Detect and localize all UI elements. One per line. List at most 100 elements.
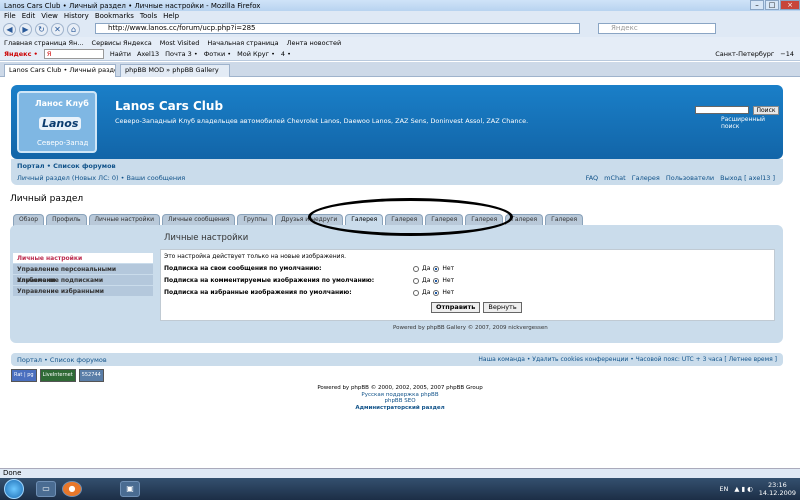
admin-panel-link[interactable]: Администраторский раздел [0, 405, 800, 412]
logo-text-mid: Lanos [39, 117, 82, 130]
tab-phpbb-gallery[interactable]: phpBB MOD » phpBB Gallery [120, 64, 230, 77]
weather-temp: −14 [780, 50, 794, 58]
liveinternet-counter[interactable]: LiveInternet [39, 369, 76, 382]
clock-time: 23:16 [768, 481, 787, 489]
setting-label: Подписка на комментируемые изображения п… [164, 277, 375, 284]
gallery-left-menu: Личные настройки Управление персональным… [13, 253, 153, 297]
radio-no[interactable] [433, 289, 440, 296]
close-button[interactable]: × [780, 0, 800, 10]
forum-search-button[interactable]: Поиск [753, 106, 779, 115]
menu-personal-settings[interactable]: Личные настройки [13, 253, 153, 264]
window-title: Lanos Cars Club • Личный раздел • Личные… [4, 1, 261, 10]
yandex-find-button[interactable]: Найти [110, 50, 131, 58]
menu-manage-subscriptions[interactable]: Управление подписками [13, 275, 153, 286]
menu-file[interactable]: File [4, 12, 16, 20]
radio-no-label: Нет [442, 277, 455, 284]
setting-label: Подписка на избранные изображения по умо… [164, 289, 352, 296]
menu-view[interactable]: View [41, 12, 58, 20]
minimize-button[interactable]: – [750, 0, 764, 10]
weather-city[interactable]: Санкт-Петербург [715, 50, 774, 58]
setting-radios: Да Нет [413, 277, 454, 284]
ucp-link[interactable]: Личный раздел (Новых ЛС: 0) • Ваши сообщ… [17, 174, 185, 182]
bottom-navbar: Портал • Список форумов Наша команда • У… [11, 353, 783, 366]
bookmark-item[interactable]: Лента новостей [287, 39, 342, 47]
faq-link[interactable]: FAQ [586, 174, 599, 182]
window-controls: – □ × [749, 0, 800, 11]
settings-panel: Личные настройки Это настройка действует… [160, 229, 775, 333]
menu-manage-albums[interactable]: Управление персональными альбомами [13, 264, 153, 284]
breadcrumb[interactable]: Портал • Список форумов [17, 162, 116, 170]
app-icon[interactable]: ▣ [120, 481, 140, 497]
setting-radios: Да Нет [413, 265, 454, 272]
forward-icon[interactable]: ▶ [19, 22, 32, 36]
site-description: Северо-Западный Клуб владельцев автомоби… [115, 117, 529, 125]
page-content: Ланос Клуб Lanos Северо-Запад Lanos Cars… [0, 77, 800, 468]
language-indicator[interactable]: EN [719, 485, 728, 493]
tab-pm[interactable]: Личные сообщения [162, 213, 236, 226]
radio-yes[interactable] [413, 265, 419, 272]
folder-icon[interactable]: ▭ [36, 481, 56, 497]
submit-button[interactable]: Отправить [431, 302, 481, 313]
back-icon[interactable]: ◀ [3, 22, 16, 36]
rating-counter[interactable]: Rat | pg [11, 369, 37, 382]
radio-yes[interactable] [413, 289, 419, 296]
gallery-link[interactable]: Галерея [632, 174, 660, 182]
stop-icon[interactable]: ✕ [51, 22, 64, 36]
members-link[interactable]: Пользователи [666, 174, 714, 182]
annotation-circle [308, 198, 513, 236]
bookmark-item[interactable]: Начальная страница [207, 39, 278, 47]
logout-link[interactable]: Выход [ axel13 ] [720, 174, 775, 182]
yandex-photos[interactable]: Фотки • [204, 50, 231, 58]
firefox-icon[interactable]: ● [62, 481, 82, 497]
gallery-credit: Powered by phpBB Gallery © 2007, 2009 ni… [393, 325, 548, 331]
radio-no[interactable] [433, 277, 440, 284]
reload-icon[interactable]: ↻ [35, 22, 48, 36]
radio-yes-label: Да [422, 265, 431, 272]
menu-help[interactable]: Help [163, 12, 179, 20]
mchat-link[interactable]: mChat [604, 174, 626, 182]
search-input[interactable]: Яндекс [598, 23, 716, 34]
bookmark-item[interactable]: Главная страница Ян... [4, 39, 84, 47]
status-bar: Done [0, 468, 800, 478]
system-tray: EN ▲ ▮ ◐ 23:16 14.12.2009 [719, 480, 796, 498]
yandex-counter[interactable]: 4 • [281, 50, 291, 58]
radio-no[interactable] [433, 265, 440, 272]
logo-text-top: Ланос Клуб [35, 99, 89, 108]
menu-bookmarks[interactable]: Bookmarks [95, 12, 134, 20]
yandex-logo[interactable]: Яндекс • [4, 50, 38, 58]
yandex-user[interactable]: Axel13 [137, 50, 159, 58]
bottom-breadcrumb[interactable]: Портал • Список форумов [17, 356, 107, 364]
clock[interactable]: 23:16 14.12.2009 [759, 481, 796, 497]
tray-icons: ▲ ▮ ◐ [734, 485, 753, 493]
bookmark-item[interactable]: Most Visited [160, 39, 200, 47]
tab-groups[interactable]: Группы [237, 213, 273, 226]
menu-manage-favorites[interactable]: Управление избранными [13, 286, 153, 297]
maximize-button[interactable]: □ [765, 0, 779, 10]
menu-history[interactable]: History [64, 12, 89, 20]
site-name: Lanos Cars Club [115, 99, 224, 113]
club-logo[interactable]: Ланос Клуб Lanos Северо-Запад [17, 91, 97, 153]
menu-tools[interactable]: Tools [140, 12, 157, 20]
radio-yes[interactable] [413, 277, 419, 284]
stats-counter[interactable]: 552744 [78, 369, 104, 382]
home-icon[interactable]: ⌂ [67, 22, 80, 36]
settings-title: Личные настройки [164, 233, 249, 243]
address-bar[interactable]: http://www.lanos.cc/forum/ucp.php?i=285 [95, 23, 580, 34]
setting-radios: Да Нет [413, 289, 454, 296]
advanced-search-link[interactable]: Расширенный поиск [721, 116, 783, 130]
yandex-search-input[interactable]: Я [43, 49, 104, 59]
bookmark-item[interactable]: Сервисы Яндекса [92, 39, 152, 47]
start-button[interactable] [4, 479, 24, 499]
tab-lanos[interactable]: Lanos Cars Club • Личный раздел • Ли... [4, 64, 116, 77]
reset-button[interactable]: Вернуть [483, 302, 522, 313]
forum-search-input[interactable] [695, 106, 749, 114]
bottom-right-links[interactable]: Наша команда • Удалить cookies конференц… [478, 356, 777, 363]
tab-prefs[interactable]: Личные настройки [88, 213, 161, 226]
yandex-mail[interactable]: Почта 3 • [165, 50, 198, 58]
menu-edit[interactable]: Edit [22, 12, 36, 20]
yandex-moikrug[interactable]: Мой Круг • [237, 50, 275, 58]
tab-overview[interactable]: Обзор [13, 213, 45, 226]
tab-profile[interactable]: Профиль [46, 213, 87, 226]
forum-navbar: Портал • Список форумов Личный раздел (Н… [11, 159, 783, 185]
tab-gallery-dup[interactable]: Галерея [545, 213, 584, 226]
